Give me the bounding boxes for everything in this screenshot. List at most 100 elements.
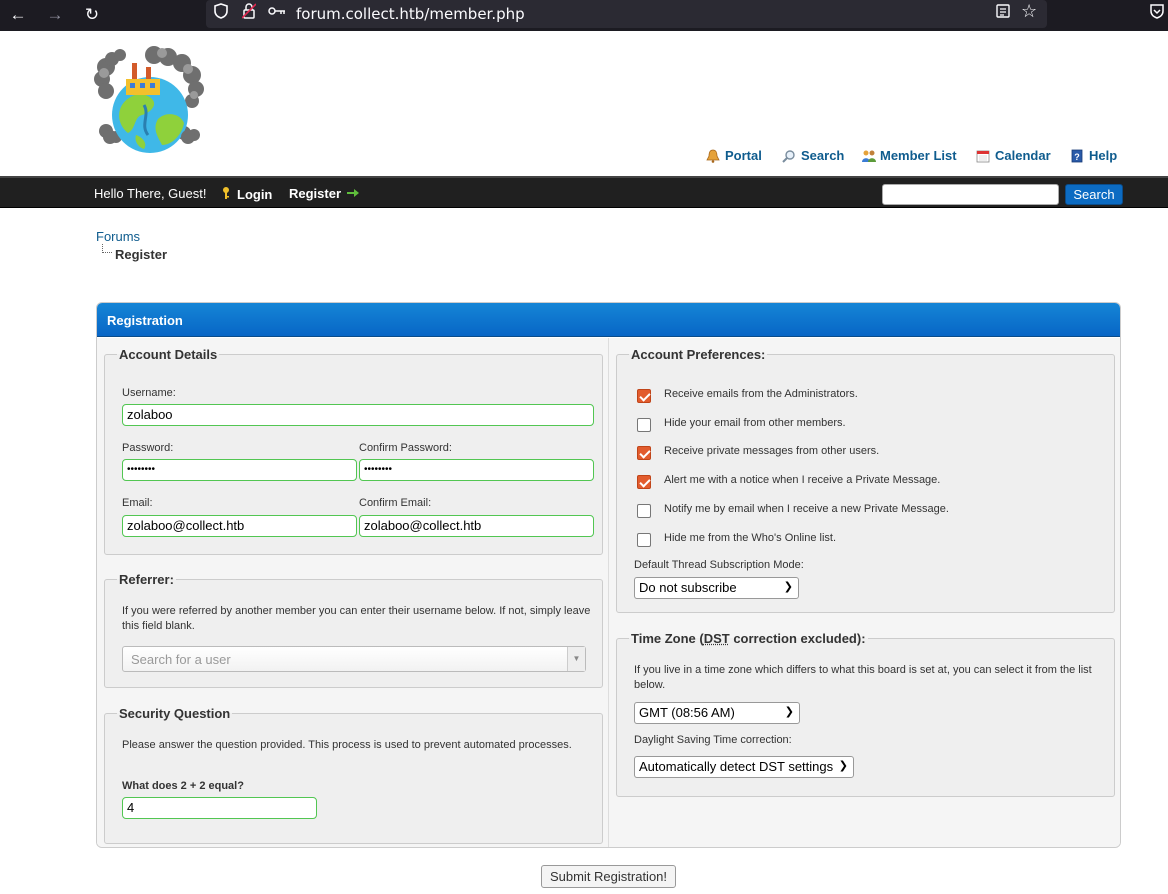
member-list-link[interactable]: Member List: [861, 148, 957, 163]
preference-label: Notify me by email when I receive a new …: [664, 502, 949, 515]
calendar-link[interactable]: Calendar: [976, 148, 1051, 163]
insecure-lock-icon[interactable]: [241, 3, 257, 23]
key-icon[interactable]: [268, 3, 286, 23]
timezone-help: If you live in a time zone which differs…: [634, 664, 1092, 691]
preference-label: Alert me with a notice when I receive a …: [664, 474, 941, 487]
svg-text:?: ?: [1074, 152, 1080, 162]
browser-toolbar: ← → ↻ forum.collect.htb/member.php ☆: [0, 0, 1168, 31]
address-bar[interactable]: forum.collect.htb/member.php ☆: [206, 0, 1047, 28]
preference-checkbox[interactable]: [637, 417, 651, 432]
search-button[interactable]: Search: [1065, 184, 1123, 205]
forward-arrow-icon[interactable]: →: [43, 4, 67, 26]
registration-panel: Registration Account Details Username: z…: [96, 302, 1121, 848]
account-preferences-legend: Account Preferences:: [631, 347, 766, 362]
username-input[interactable]: zolaboo: [122, 404, 594, 426]
chevron-down-icon: ❯: [838, 760, 848, 772]
email-label: Email:: [122, 497, 153, 509]
welcome-text: Hello There, Guest!: [94, 186, 207, 201]
password-input[interactable]: ••••••••: [122, 459, 357, 481]
calendar-icon: [976, 149, 990, 163]
preference-label: Hide your email from other members.: [664, 416, 846, 429]
preference-label: Hide me from the Who's Online list.: [664, 531, 837, 544]
account-preferences-fieldset: Account Preferences: Receive emails from…: [616, 347, 1115, 613]
help-label: Help: [1089, 148, 1118, 163]
search-link[interactable]: Search: [782, 148, 844, 163]
timezone-fieldset: Time Zone (DST correction excluded): If …: [616, 631, 1115, 797]
confirm-email-input[interactable]: zolaboo@collect.htb: [359, 515, 594, 537]
arrow-right-icon: [347, 186, 360, 201]
subscription-mode-select[interactable]: Do not subscribe ❯: [634, 577, 799, 599]
magnifier-icon: [782, 149, 796, 163]
subscription-mode-value: Do not subscribe: [639, 580, 737, 595]
preference-checkbox[interactable]: [637, 503, 651, 518]
confirm-email-label: Confirm Email:: [359, 497, 432, 509]
security-question-fieldset: Security Question Please answer the ques…: [104, 706, 603, 844]
security-help: Please answer the question provided. Thi…: [122, 739, 572, 751]
referrer-help: If you were referred by another member y…: [122, 605, 591, 632]
search-label: Search: [801, 148, 845, 163]
help-link[interactable]: ? Help: [1070, 148, 1117, 163]
user-toolbar: Hello There, Guest! Login Register Searc…: [0, 176, 1168, 208]
timezone-value: GMT (08:56 AM): [639, 705, 735, 720]
registration-header: Registration: [97, 303, 1120, 337]
chevron-down-icon: ❯: [784, 706, 794, 718]
email-input[interactable]: zolaboo@collect.htb: [122, 515, 357, 537]
shield-icon[interactable]: [214, 3, 228, 23]
timezone-select[interactable]: GMT (08:56 AM) ❯: [634, 702, 800, 724]
help-book-icon: ?: [1070, 149, 1084, 163]
register-link[interactable]: Register: [289, 186, 360, 201]
security-answer-input[interactable]: 4: [122, 797, 317, 819]
username-label: Username:: [122, 387, 176, 399]
timezone-legend-post: correction excluded):: [729, 631, 866, 646]
dst-value: Automatically detect DST settings: [639, 759, 834, 774]
preference-checkbox[interactable]: [637, 475, 651, 490]
referrer-fieldset: Referrer: If you were referred by anothe…: [104, 572, 603, 688]
confirm-password-label: Confirm Password:: [359, 442, 452, 454]
referrer-legend: Referrer:: [119, 572, 174, 587]
key-icon: [221, 186, 231, 203]
account-details-fieldset: Account Details Username: zolaboo Passwo…: [104, 347, 603, 555]
submit-registration-button[interactable]: Submit Registration!: [541, 865, 676, 888]
breadcrumb-forums[interactable]: Forums: [96, 229, 140, 244]
login-link[interactable]: Login: [221, 186, 272, 203]
chevron-down-icon: ❯: [783, 581, 793, 593]
header-links: Portal Search Member List Calendar ? Hel…: [0, 148, 1168, 168]
preference-label: Receive emails from the Administrators.: [664, 388, 858, 400]
reload-icon[interactable]: ↻: [80, 4, 104, 26]
bookmark-star-icon[interactable]: ☆: [1021, 1, 1037, 22]
back-arrow-icon[interactable]: ←: [6, 4, 30, 26]
dst-select[interactable]: Automatically detect DST settings ❯: [634, 756, 854, 778]
calendar-label: Calendar: [995, 148, 1051, 163]
timezone-legend-pre: Time Zone (: [631, 631, 704, 646]
breadcrumb-tree-line: [102, 244, 112, 253]
search-input[interactable]: [882, 184, 1059, 205]
security-question-legend: Security Question: [119, 706, 231, 721]
subscription-mode-label: Default Thread Subscription Mode:: [634, 559, 804, 571]
account-details-legend: Account Details: [119, 347, 218, 362]
preference-checkbox[interactable]: [637, 389, 651, 403]
breadcrumb-current: Register: [115, 247, 168, 262]
members-icon: [861, 149, 876, 163]
referrer-placeholder: Search for a user: [131, 652, 231, 667]
bell-icon: [706, 149, 720, 163]
security-question-text: What does 2 + 2 equal?: [122, 780, 244, 792]
right-column: Account Preferences: Receive emails from…: [608, 338, 1120, 847]
portal-link[interactable]: Portal: [706, 148, 762, 163]
member-list-label: Member List: [880, 148, 957, 163]
dropdown-arrow-icon[interactable]: ▼: [567, 647, 585, 671]
reader-view-icon[interactable]: [996, 3, 1010, 23]
left-column: Account Details Username: zolaboo Passwo…: [97, 338, 608, 847]
confirm-password-input[interactable]: ••••••••: [359, 459, 594, 481]
register-label: Register: [289, 186, 342, 201]
preference-checkbox[interactable]: [637, 532, 651, 547]
site-logo[interactable]: [92, 45, 206, 157]
preference-label: Receive private messages from other user…: [664, 445, 880, 458]
referrer-user-search[interactable]: Search for a user ▼: [122, 646, 586, 672]
dst-label: Daylight Saving Time correction:: [634, 734, 792, 746]
preference-checkbox[interactable]: [637, 446, 651, 461]
password-label: Password:: [122, 442, 174, 454]
url-text[interactable]: forum.collect.htb/member.php: [296, 5, 525, 23]
pocket-shield-icon[interactable]: [1150, 3, 1164, 23]
timezone-legend: Time Zone (DST correction excluded):: [629, 631, 868, 646]
timezone-legend-dst: DST: [703, 631, 730, 646]
